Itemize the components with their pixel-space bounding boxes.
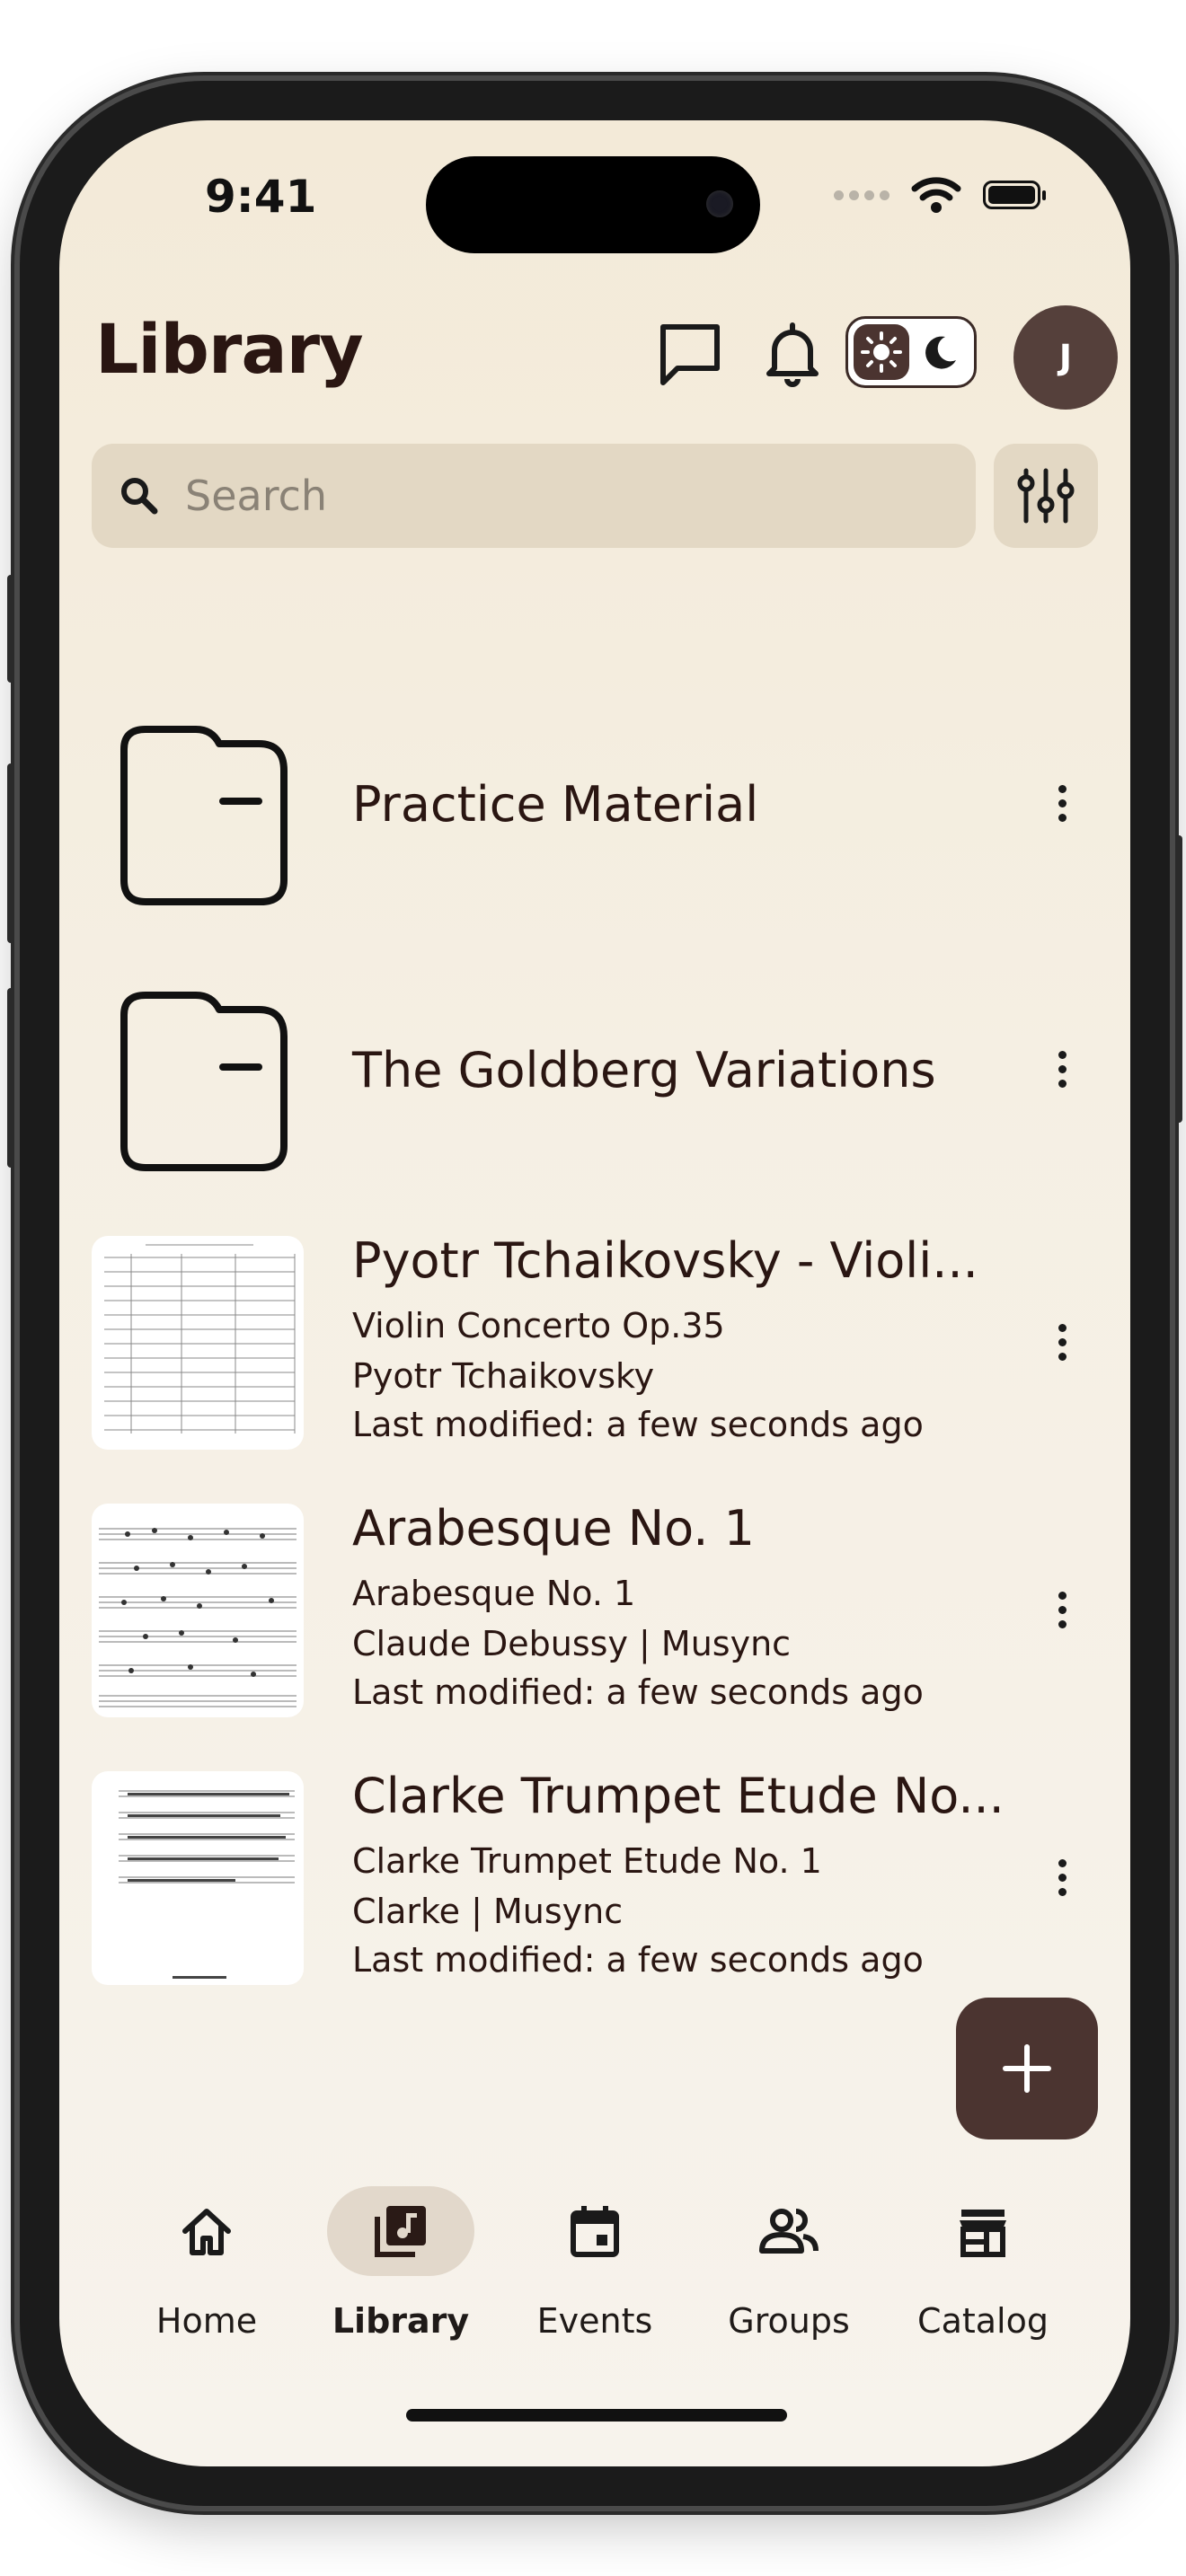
score-title: Pyotr Tchaikovsky - Violi... <box>352 1232 978 1289</box>
dynamic-island <box>426 156 760 253</box>
wifi-icon <box>911 177 961 213</box>
score-item[interactable]: Pyotr Tchaikovsky - Violi... Violin Conc… <box>92 1225 1098 1459</box>
power-button <box>1175 835 1182 1123</box>
bottom-navigation: Home Library Events Groups Catalog <box>59 2186 1130 2366</box>
score-thumbnail <box>92 1504 304 1717</box>
moon-icon <box>925 336 956 369</box>
status-indicators <box>834 176 1046 214</box>
calendar-icon <box>571 2206 619 2257</box>
volume-down-button <box>7 988 14 1168</box>
score-modified: Last modified: a few seconds ago <box>352 1405 924 1444</box>
score-modified: Last modified: a few seconds ago <box>352 1940 924 1980</box>
more-options-icon[interactable] <box>1044 1493 1080 1726</box>
score-title: Clarke Trumpet Etude No... <box>352 1768 1005 1824</box>
more-options-icon[interactable] <box>1044 952 1080 1186</box>
score-item[interactable]: Clarke Trumpet Etude No... Clarke Trumpe… <box>92 1760 1098 1994</box>
folder-name: The Goldberg Variations <box>352 1042 936 1098</box>
folder-name: Practice Material <box>352 776 759 833</box>
nav-item-home[interactable]: Home <box>110 2186 304 2366</box>
more-options-icon[interactable] <box>1044 1225 1080 1459</box>
score-subtitle: Clarke Trumpet Etude No. 1 <box>352 1841 822 1881</box>
score-composer: Clarke | Musync <box>352 1892 624 1931</box>
nav-label: Groups <box>728 2301 850 2341</box>
more-options-icon[interactable] <box>1044 686 1080 920</box>
groups-icon <box>759 2209 819 2254</box>
storefront-icon <box>960 2210 1006 2257</box>
score-subtitle: Violin Concerto Op.35 <box>352 1306 725 1345</box>
page-title: Library <box>95 309 364 389</box>
home-icon <box>182 2209 231 2255</box>
nav-label: Library <box>332 2301 470 2341</box>
status-time: 9:41 <box>205 171 317 223</box>
cellular-signal-icon <box>834 190 890 200</box>
score-thumbnail <box>92 1236 304 1450</box>
chat-icon[interactable] <box>654 318 726 390</box>
plus-icon <box>1003 2044 1051 2093</box>
bell-icon[interactable] <box>757 318 828 390</box>
search-bar[interactable] <box>92 444 976 548</box>
score-subtitle: Arabesque No. 1 <box>352 1574 636 1613</box>
nav-label: Home <box>155 2301 258 2341</box>
score-title: Arabesque No. 1 <box>352 1500 755 1557</box>
theme-toggle[interactable] <box>845 316 977 388</box>
library-music-icon <box>375 2206 426 2257</box>
folder-item[interactable]: Practice Material <box>92 686 1098 920</box>
add-button[interactable] <box>956 1998 1098 2139</box>
sliders-icon <box>1017 468 1075 524</box>
filter-button[interactable] <box>994 444 1098 548</box>
score-composer: Pyotr Tchaikovsky <box>352 1356 655 1396</box>
app-screen: 9:41 Library J Search Practice Material … <box>59 120 1130 2466</box>
more-options-icon[interactable] <box>1044 1760 1080 1994</box>
score-thumbnail <box>92 1771 304 1985</box>
sun-icon <box>854 324 909 380</box>
nav-item-events[interactable]: Events <box>498 2186 692 2366</box>
score-composer: Claude Debussy | Musync <box>352 1624 792 1663</box>
folder-icon <box>120 992 288 1171</box>
nav-item-groups[interactable]: Groups <box>692 2186 886 2366</box>
volume-up-button <box>7 763 14 943</box>
action-button <box>7 575 14 683</box>
search-input[interactable] <box>183 471 924 521</box>
nav-item-library[interactable]: Library <box>304 2186 498 2366</box>
score-item[interactable]: Arabesque No. 1 Arabesque No. 1 Claude D… <box>92 1493 1098 1726</box>
folder-icon <box>120 726 288 905</box>
nav-item-catalog[interactable]: Catalog <box>886 2186 1080 2366</box>
phone-frame: 9:41 Library J Search Practice Material … <box>7 81 1182 2506</box>
user-avatar[interactable]: J <box>1013 305 1118 410</box>
battery-icon <box>983 181 1046 209</box>
home-indicator <box>406 2409 787 2422</box>
score-modified: Last modified: a few seconds ago <box>352 1672 924 1712</box>
search-icon <box>121 478 158 515</box>
folder-item[interactable]: The Goldberg Variations <box>92 952 1098 1186</box>
nav-label: Catalog <box>917 2301 1049 2341</box>
nav-label: Events <box>536 2301 653 2341</box>
